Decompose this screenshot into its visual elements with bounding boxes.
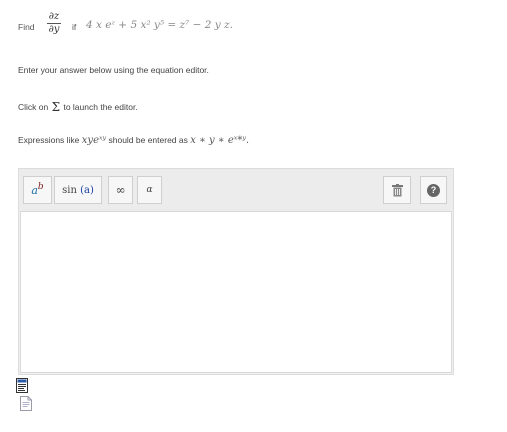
partial-derivative: ∂z ∂y — [46, 11, 62, 36]
sin-argument: (a) — [80, 184, 94, 196]
derivative-denominator: ∂y — [48, 24, 60, 35]
power-exponent: b — [37, 182, 44, 192]
infinity-button[interactable]: ∞ — [108, 176, 133, 204]
trash-button[interactable] — [383, 176, 411, 204]
sin-label: sin — [62, 184, 77, 196]
sigma-icon: Σ — [51, 100, 61, 114]
equation: 4 x eᶻ + 5 x² y⁵ = z⁷ − 2 y z. — [86, 19, 233, 31]
find-label: Find — [18, 22, 35, 32]
sin-button[interactable]: sin (a) — [54, 176, 102, 204]
if-label: if — [72, 22, 77, 32]
expression-entry: x ∗ y ∗ eˣ*ʸ. — [190, 135, 250, 146]
derivative-numerator: ∂z — [48, 11, 60, 22]
help-button[interactable]: ? — [420, 176, 447, 204]
instruction-launch-suffix: to launch the editor. — [63, 102, 138, 112]
instruction-format-middle: should be entered as — [108, 135, 188, 145]
editor-toolbar: ab sin (a) ∞ α ? — [19, 169, 453, 211]
answer-input[interactable] — [20, 211, 452, 373]
power-button[interactable]: ab — [23, 176, 52, 204]
alpha-button[interactable]: α — [137, 176, 162, 204]
instruction-launch: Click on Σ to launch the editor. — [18, 99, 138, 114]
instruction-format: Expressions like xyeˣʸ should be entered… — [18, 135, 249, 146]
equation-editor: ab sin (a) ∞ α ? — [18, 168, 454, 375]
expression-example: xyeˣʸ — [81, 135, 107, 146]
instruction-editor: Enter your answer below using the equati… — [18, 65, 209, 75]
instruction-format-prefix: Expressions like — [18, 135, 80, 145]
help-icon: ? — [427, 183, 440, 197]
instruction-launch-prefix: Click on — [18, 102, 49, 112]
trash-icon — [391, 183, 403, 196]
document-file-icon[interactable] — [20, 396, 32, 411]
mathml-file-icon[interactable] — [16, 378, 28, 393]
